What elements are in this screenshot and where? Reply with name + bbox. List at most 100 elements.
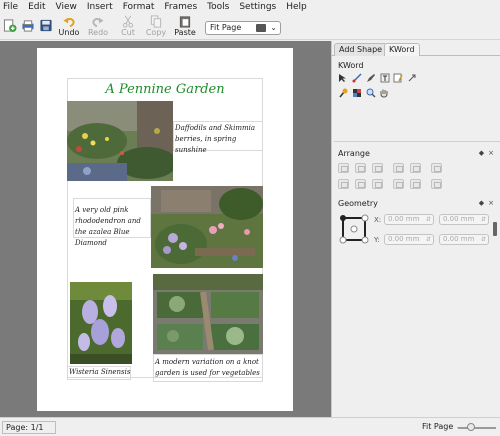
tab-kword[interactable]: KWord bbox=[384, 43, 420, 56]
align-bottom-button[interactable] bbox=[372, 179, 383, 189]
pattern-tool-icon[interactable] bbox=[352, 88, 362, 98]
redo-icon bbox=[92, 17, 104, 28]
scissors-icon bbox=[122, 15, 134, 28]
geometry-width-input[interactable]: 0.00 mm ⇵ bbox=[439, 214, 489, 225]
arrange-panel-header: Arrange ◆× bbox=[334, 148, 500, 159]
text-tool-icon[interactable] bbox=[380, 73, 390, 83]
kword-panel-title: KWord bbox=[338, 61, 364, 70]
redo-button[interactable]: Redo bbox=[87, 15, 109, 39]
zoom-select[interactable]: Fit Page ⌄ bbox=[205, 21, 281, 35]
anchor-point-icon bbox=[339, 214, 369, 244]
page-indicator: Page: 1/1 bbox=[2, 421, 56, 434]
geometry-panel-header: Geometry ◆× bbox=[334, 198, 500, 209]
lower-button[interactable] bbox=[410, 179, 421, 189]
new-document-button[interactable] bbox=[3, 15, 17, 39]
geometry-y-label: Y: bbox=[374, 236, 380, 244]
save-icon bbox=[40, 19, 52, 32]
menu-tools[interactable]: Tools bbox=[207, 1, 229, 13]
undo-label: Undo bbox=[58, 28, 80, 37]
spin-arrows-icon[interactable]: ⇵ bbox=[426, 235, 431, 244]
ungroup-button[interactable] bbox=[431, 179, 442, 189]
zoom-slider-track[interactable] bbox=[458, 427, 496, 429]
paste-button[interactable]: Paste bbox=[174, 15, 196, 39]
geometry-height-input[interactable]: 0.00 mm ⇵ bbox=[439, 234, 489, 245]
send-to-back-button[interactable] bbox=[393, 179, 404, 189]
undo-button[interactable]: Undo bbox=[58, 15, 80, 39]
page-title[interactable]: A Pennine Garden bbox=[67, 79, 263, 101]
link-tool-icon[interactable] bbox=[407, 73, 417, 83]
geometry-x-input[interactable]: 0.00 mm ⇵ bbox=[384, 214, 434, 225]
print-button[interactable] bbox=[21, 15, 35, 39]
cut-label: Cut bbox=[121, 28, 135, 37]
connector-tool-icon[interactable] bbox=[352, 73, 362, 83]
printer-icon bbox=[22, 20, 34, 32]
anchor-point-selector[interactable] bbox=[338, 213, 370, 245]
gradient-tool-icon[interactable] bbox=[338, 88, 348, 98]
geometry-x-label: X: bbox=[374, 216, 382, 224]
raise-button[interactable] bbox=[410, 163, 421, 173]
menu-file[interactable]: File bbox=[3, 1, 18, 13]
photo-wisteria-image bbox=[70, 282, 132, 364]
align-right-button[interactable] bbox=[372, 163, 383, 173]
align-center-button[interactable] bbox=[355, 163, 366, 173]
caption-wisteria[interactable]: Wisteria Sinensis bbox=[69, 367, 133, 378]
arrange-panel-title: Arrange bbox=[338, 149, 370, 158]
caption-knot-garden[interactable]: A modern variation on a knot garden is u… bbox=[155, 357, 263, 379]
kword-panel-header: KWord bbox=[334, 60, 500, 71]
menu-edit[interactable]: Edit bbox=[28, 1, 45, 13]
menu-help[interactable]: Help bbox=[286, 1, 307, 13]
spin-arrows-icon[interactable]: ⇵ bbox=[481, 235, 486, 244]
panel-controls-icon[interactable]: ◆× bbox=[479, 198, 498, 209]
zoom-slider-handle[interactable] bbox=[467, 423, 475, 431]
align-top-button[interactable] bbox=[338, 179, 349, 189]
geometry-y-input[interactable]: 0.00 mm ⇵ bbox=[384, 234, 434, 245]
spin-arrows-icon[interactable]: ⇵ bbox=[426, 215, 431, 224]
copy-button[interactable]: Copy bbox=[145, 15, 167, 39]
geometry-panel-title: Geometry bbox=[338, 199, 378, 208]
status-zoom-select[interactable]: Fit Page ⌄ bbox=[422, 422, 463, 431]
pan-tool-icon[interactable] bbox=[379, 88, 389, 98]
undo-icon bbox=[63, 17, 75, 28]
panel-controls-icon[interactable]: ◆× bbox=[479, 148, 498, 159]
geometry-x-value: 0.00 mm bbox=[388, 215, 420, 223]
menu-bar: File Edit View Insert Format Frames Tool… bbox=[0, 0, 500, 14]
copy-label: Copy bbox=[145, 28, 167, 37]
menu-format[interactable]: Format bbox=[123, 1, 155, 13]
align-middle-button[interactable] bbox=[355, 179, 366, 189]
dock-tabs: Add Shape KWord bbox=[332, 41, 500, 56]
menu-view[interactable]: View bbox=[56, 1, 77, 13]
edit-text-tool-icon[interactable] bbox=[393, 73, 403, 83]
geometry-height-value: 0.00 mm bbox=[443, 235, 475, 243]
photo-rhododendron[interactable] bbox=[151, 186, 263, 268]
menu-frames[interactable]: Frames bbox=[164, 1, 197, 13]
panel-divider bbox=[334, 141, 500, 142]
spin-arrows-icon[interactable]: ⇵ bbox=[481, 215, 486, 224]
photo-knot-garden[interactable] bbox=[153, 274, 263, 354]
cut-button[interactable]: Cut bbox=[120, 15, 136, 39]
group-button[interactable] bbox=[431, 163, 442, 173]
chevron-down-icon[interactable]: ⌄ bbox=[270, 22, 277, 34]
menu-insert[interactable]: Insert bbox=[87, 1, 113, 13]
caption-rhododendron[interactable]: A very old pink rhododendron and the aza… bbox=[75, 205, 151, 249]
copy-icon bbox=[150, 15, 162, 28]
menu-settings[interactable]: Settings bbox=[239, 1, 276, 13]
caption-daffodils[interactable]: Daffodils and Skimmia berries, in spring… bbox=[175, 123, 265, 156]
save-button[interactable] bbox=[39, 15, 53, 39]
pen-tool-icon[interactable] bbox=[366, 73, 376, 83]
align-left-button[interactable] bbox=[338, 163, 349, 173]
clear-field-icon[interactable] bbox=[256, 24, 266, 32]
aspect-lock-icon[interactable] bbox=[493, 222, 497, 236]
photo-wisteria[interactable] bbox=[70, 282, 132, 364]
select-tool-icon[interactable] bbox=[338, 73, 348, 83]
zoom-select-value: Fit Page bbox=[210, 23, 242, 32]
paste-label: Paste bbox=[174, 28, 196, 37]
main-toolbar: Undo Redo Cut Copy Paste Fit Page ⌄ bbox=[0, 14, 500, 40]
bring-to-front-button[interactable] bbox=[393, 163, 404, 173]
document-page[interactable]: A Pennine Garden Daffodils and Skimmia b… bbox=[37, 48, 293, 411]
tab-add-shape[interactable]: Add Shape bbox=[334, 43, 388, 56]
document-canvas[interactable]: A Pennine Garden Daffodils and Skimmia b… bbox=[0, 41, 331, 417]
redo-label: Redo bbox=[87, 28, 109, 37]
geometry-y-value: 0.00 mm bbox=[388, 235, 420, 243]
photo-daffodils[interactable] bbox=[67, 101, 173, 181]
zoom-tool-icon[interactable] bbox=[366, 88, 376, 98]
